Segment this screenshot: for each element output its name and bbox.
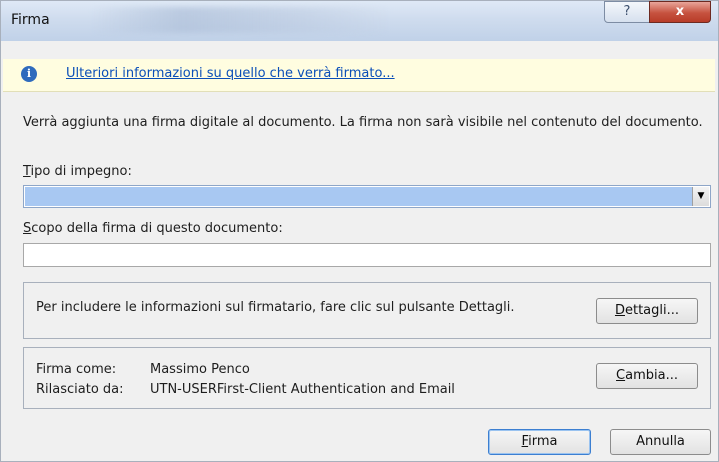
details-instruction-text: Per includere le informazioni sul firmat… bbox=[36, 300, 515, 315]
title-bar[interactable]: Firma ? x bbox=[1, 1, 718, 41]
purpose-label: Scopo della firma di questo documento: bbox=[23, 221, 283, 236]
dialog-title: Firma bbox=[11, 12, 50, 28]
description-text: Verrà aggiunta una firma digitale al doc… bbox=[23, 115, 703, 130]
issued-by-value: UTN-USERFirst-Client Authentication and … bbox=[150, 382, 455, 397]
commitment-type-label: Tipo di impegno: bbox=[23, 164, 132, 179]
info-bar: i Ulteriori informazioni su quello che v… bbox=[3, 59, 715, 92]
issued-by-label: Rilasciato da: bbox=[36, 382, 124, 397]
sign-as-label: Firma come: bbox=[36, 362, 117, 377]
info-icon: i bbox=[21, 66, 37, 82]
help-button[interactable]: ? bbox=[604, 1, 650, 23]
details-button-accel: D bbox=[614, 303, 625, 318]
chevron-down-icon[interactable]: ▼ bbox=[692, 187, 709, 206]
close-button[interactable]: x bbox=[649, 1, 711, 23]
details-group: Per includere le informazioni sul firmat… bbox=[23, 282, 711, 339]
details-button-rest: ettagli... bbox=[624, 303, 680, 318]
commitment-label-accel: T bbox=[23, 164, 31, 179]
change-button-accel: C bbox=[616, 368, 626, 383]
purpose-input[interactable] bbox=[23, 243, 711, 267]
change-button-rest: ambia... bbox=[625, 368, 678, 383]
change-button[interactable]: Cambia... bbox=[596, 363, 698, 389]
details-button[interactable]: Dettagli... bbox=[596, 298, 698, 324]
more-info-link[interactable]: Ulteriori informazioni su quello che ver… bbox=[66, 66, 395, 81]
sign-as-value: Massimo Penco bbox=[150, 362, 250, 377]
sign-button[interactable]: Firma bbox=[488, 429, 591, 455]
signer-group: Firma come: Massimo Penco Rilasciato da:… bbox=[23, 347, 711, 409]
titlebar-background-blur bbox=[91, 7, 391, 33]
purpose-label-rest: copo della firma di questo documento: bbox=[31, 221, 283, 236]
commitment-selected-value bbox=[25, 187, 692, 206]
commitment-label-rest: ipo di impegno: bbox=[30, 164, 132, 179]
sign-button-rest: irma bbox=[528, 434, 558, 449]
commitment-type-select[interactable]: ▼ bbox=[23, 185, 711, 208]
cancel-button[interactable]: Annulla bbox=[610, 429, 711, 455]
sign-dialog: Firma ? x i Ulteriori informazioni su qu… bbox=[0, 0, 719, 462]
